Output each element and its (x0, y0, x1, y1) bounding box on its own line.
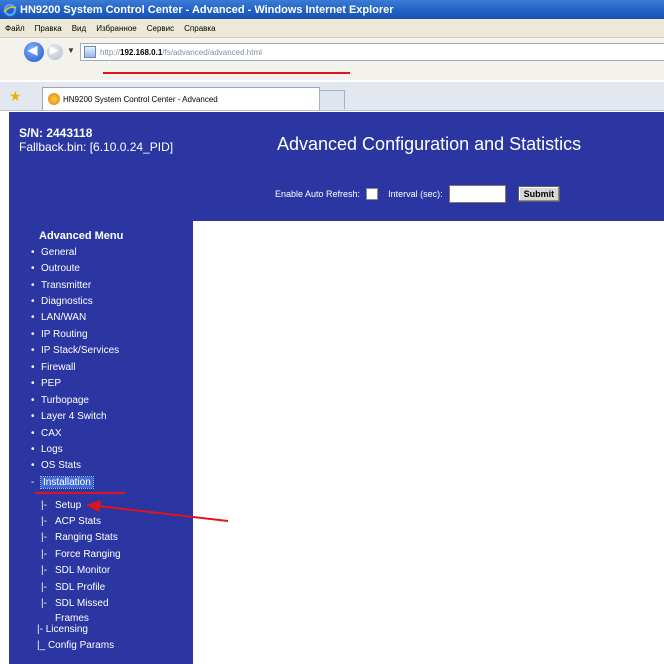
annotation-arrow-icon (86, 500, 229, 522)
